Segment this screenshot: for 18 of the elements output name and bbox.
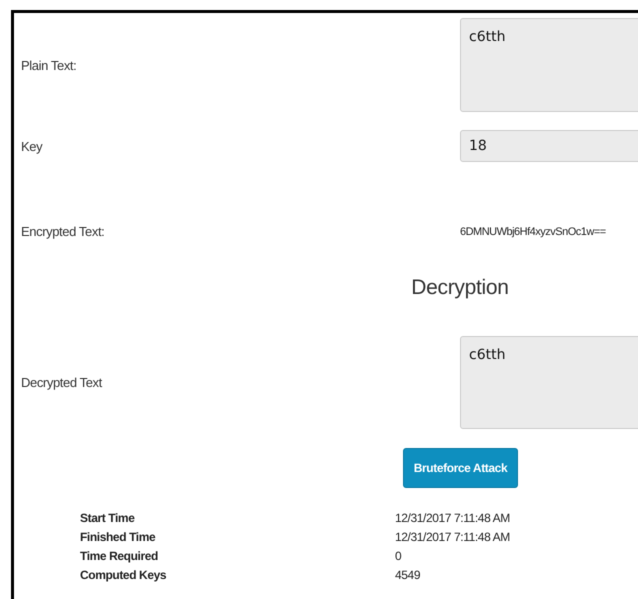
stat-value: 12/31/2017 7:11:48 AM bbox=[395, 529, 511, 546]
section-heading: Decryption bbox=[410, 276, 510, 300]
input-field[interactable]: 18 bbox=[460, 130, 638, 162]
stat-value: 0 bbox=[395, 548, 402, 565]
field-label: Plain Text: bbox=[21, 58, 78, 72]
encrypted-value: 6DMNUWbj6Hf4xyzvSnOc1w== bbox=[460, 226, 606, 238]
stat-label: Finished Time bbox=[80, 529, 156, 546]
stat-label: Start Time bbox=[80, 510, 136, 527]
stat-value: 12/31/2017 7:11:48 AM bbox=[395, 510, 511, 527]
bruteforce-button[interactable]: Bruteforce Attack bbox=[403, 448, 518, 488]
stat-label: Time Required bbox=[80, 548, 159, 565]
text-area[interactable]: c6tth bbox=[460, 18, 638, 112]
field-label: Key bbox=[21, 138, 44, 154]
field-label: Decrypted Text bbox=[21, 375, 104, 390]
stat-value: 4549 bbox=[395, 567, 422, 584]
stat-label: Computed Keys bbox=[80, 567, 168, 584]
text-area[interactable]: c6tth bbox=[460, 336, 638, 429]
field-label: Encrypted Text: bbox=[21, 224, 106, 238]
